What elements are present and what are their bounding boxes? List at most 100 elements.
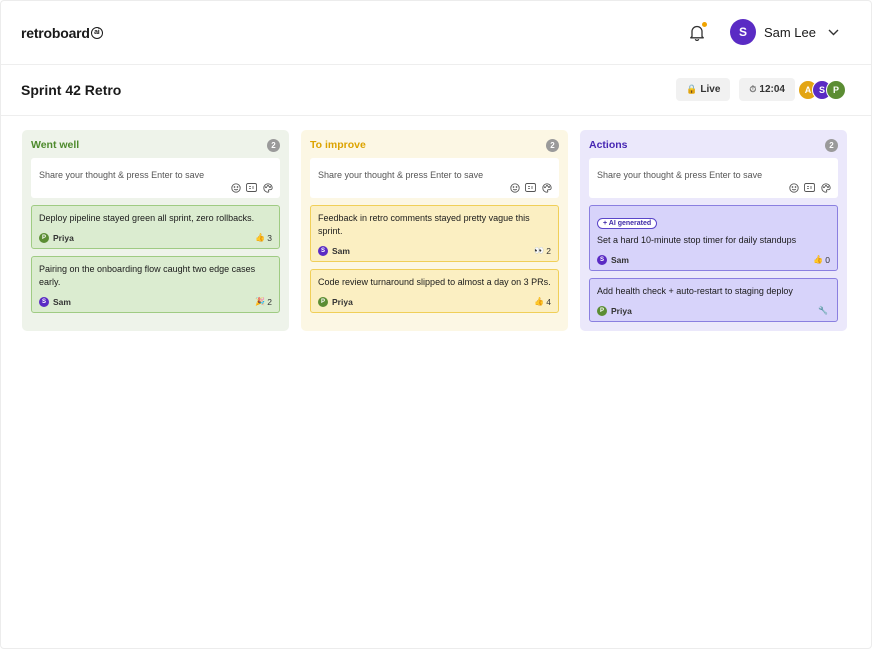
- reaction-button[interactable]: 👍 3: [255, 233, 272, 243]
- card-text: Set a hard 10-minute stop timer for dail…: [597, 235, 797, 245]
- live-label: Live: [700, 84, 721, 95]
- thumbs-up-icon: 👍: [534, 297, 545, 306]
- column-header: Went well 2: [31, 138, 280, 152]
- card-text: Feedback in retro comments stayed pretty…: [318, 213, 530, 236]
- author-avatar: S: [39, 296, 49, 307]
- column-title: To improve: [310, 139, 366, 151]
- card-footer: P Priya 🔧: [597, 305, 830, 316]
- reaction-button[interactable]: 👍 0: [813, 255, 830, 265]
- reaction-count: 3: [267, 232, 272, 243]
- participant-avatars: A S P: [798, 79, 846, 100]
- gif-icon[interactable]: [525, 182, 536, 193]
- party-popper-icon: 🎉: [255, 297, 266, 306]
- reaction-count: 2: [546, 245, 551, 256]
- palette-icon[interactable]: [820, 182, 831, 193]
- composer-tools: [504, 182, 552, 193]
- author-name: Sam: [611, 254, 629, 265]
- author-name: Priya: [53, 232, 74, 243]
- ai-generated-badge: + AI generated: [597, 218, 658, 229]
- timer-button[interactable]: ⏱ 12:04: [739, 78, 795, 101]
- column-header: Actions 2: [589, 138, 838, 152]
- author-name: Priya: [332, 296, 353, 307]
- notification-dot: [701, 22, 707, 27]
- card-footer: S Sam 🎉 2: [39, 296, 272, 307]
- column-count-badge: 2: [267, 138, 280, 152]
- card-text: Code review turnaround slipped to almost…: [318, 277, 551, 287]
- reaction-button[interactable]: 🔧: [818, 306, 830, 315]
- top-bar-actions: S Sam Lee: [686, 19, 839, 45]
- column-title: Went well: [31, 139, 80, 151]
- user-name: Sam Lee: [763, 24, 816, 40]
- gif-icon[interactable]: [804, 182, 815, 193]
- card[interactable]: Feedback in retro comments stayed pretty…: [310, 205, 559, 262]
- emoji-icon[interactable]: [509, 182, 520, 193]
- board-header: Sprint 42 Retro 🔒 Live ⏱ 12:04 A S P: [1, 65, 871, 116]
- author-name: Sam: [332, 245, 350, 256]
- app-window: retroboard ai S Sam Lee Sprint 42 Retro: [0, 0, 872, 649]
- thought-input[interactable]: [597, 170, 830, 180]
- user-avatar: S: [729, 19, 756, 45]
- emoji-icon[interactable]: [788, 182, 799, 193]
- reaction-button[interactable]: 👍 4: [534, 297, 551, 307]
- card[interactable]: Code review turnaround slipped to almost…: [310, 269, 559, 313]
- author-name: Priya: [611, 305, 632, 316]
- notifications-button[interactable]: [686, 21, 708, 43]
- eyes-icon: 👀: [534, 246, 545, 255]
- author-avatar: S: [318, 245, 328, 256]
- live-button[interactable]: 🔒 Live: [676, 78, 731, 101]
- author-name: Sam: [53, 296, 71, 307]
- column-actions: Actions 2 + AI generated Set a hard 10-m…: [580, 130, 847, 331]
- card-author: S Sam: [39, 296, 71, 307]
- thought-composer: [589, 158, 838, 198]
- board-header-actions: 🔒 Live ⏱ 12:04 A S P: [676, 78, 846, 101]
- clock-icon: ⏱: [749, 84, 757, 94]
- column-count-badge: 2: [546, 138, 559, 152]
- logo-text: retroboard: [21, 24, 90, 41]
- card[interactable]: Pairing on the onboarding flow caught tw…: [31, 256, 280, 313]
- card-author: S Sam: [318, 245, 350, 256]
- thought-composer: [310, 158, 559, 198]
- card[interactable]: Deploy pipeline stayed green all sprint,…: [31, 205, 280, 249]
- thought-input[interactable]: [318, 170, 551, 180]
- top-bar: retroboard ai S Sam Lee: [1, 1, 871, 65]
- logo-ai-badge: ai: [90, 26, 103, 39]
- gif-icon[interactable]: [246, 182, 257, 193]
- reaction-button[interactable]: 👀 2: [534, 246, 551, 256]
- palette-icon[interactable]: [262, 182, 273, 193]
- column-title: Actions: [589, 139, 628, 151]
- lock-icon: 🔒: [686, 84, 698, 94]
- card-text: Add health check + auto-restart to stagi…: [597, 286, 793, 296]
- chevron-down-icon: [828, 29, 839, 36]
- board: Went well 2 Deploy pipeline stayed green…: [22, 130, 847, 331]
- timer-value: 12:04: [759, 84, 785, 95]
- palette-icon[interactable]: [541, 182, 552, 193]
- card-author: P Priya: [597, 305, 632, 316]
- thought-composer: [31, 158, 280, 198]
- thought-input[interactable]: [39, 170, 272, 180]
- column-header: To improve 2: [310, 138, 559, 152]
- board-title: Sprint 42 Retro: [21, 82, 122, 98]
- user-menu[interactable]: S Sam Lee: [729, 19, 839, 45]
- author-avatar: P: [39, 232, 49, 243]
- author-avatar: P: [597, 305, 607, 316]
- card[interactable]: Add health check + auto-restart to stagi…: [589, 278, 838, 322]
- participant-avatar[interactable]: P: [826, 79, 846, 100]
- column-went-well: Went well 2 Deploy pipeline stayed green…: [22, 130, 289, 331]
- reaction-count: 2: [267, 296, 272, 307]
- card[interactable]: + AI generated Set a hard 10-minute stop…: [589, 205, 838, 271]
- card-footer: S Sam 👍 0: [597, 254, 830, 265]
- column-count-badge: 2: [825, 138, 838, 152]
- composer-tools: [783, 182, 831, 193]
- card-footer: S Sam 👀 2: [318, 245, 551, 256]
- card-text: Deploy pipeline stayed green all sprint,…: [39, 213, 255, 223]
- card-author: P Priya: [318, 296, 353, 307]
- composer-tools: [225, 182, 273, 193]
- thumbs-up-icon: 👍: [813, 255, 824, 264]
- card-footer: P Priya 👍 3: [39, 232, 272, 243]
- logo[interactable]: retroboard ai: [21, 25, 103, 41]
- reaction-button[interactable]: 🎉 2: [255, 297, 272, 307]
- reaction-count: 0: [825, 254, 830, 265]
- column-to-improve: To improve 2 Feedback in retro comments …: [301, 130, 568, 331]
- reaction-count: 4: [546, 296, 551, 307]
- emoji-icon[interactable]: [230, 182, 241, 193]
